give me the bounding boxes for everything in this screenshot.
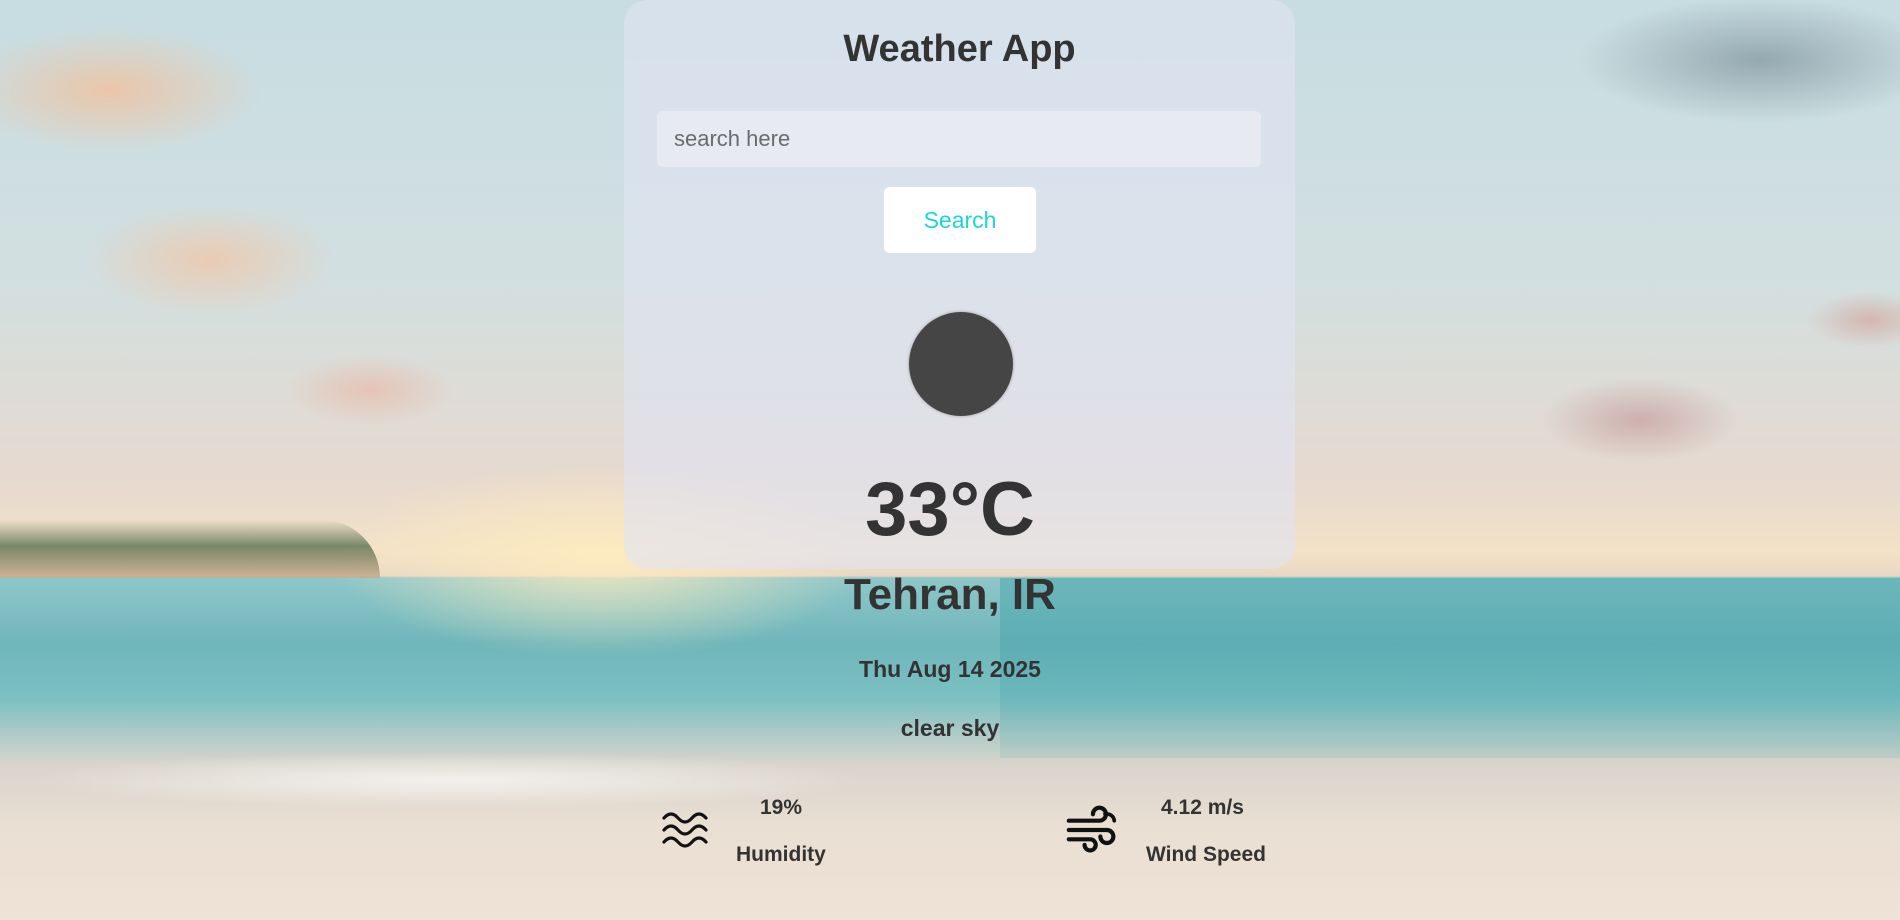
humidity-label: Humidity xyxy=(736,843,826,866)
app-title: Weather App xyxy=(843,28,1076,70)
search-input[interactable] xyxy=(657,111,1261,167)
date: Thu Aug 14 2025 xyxy=(859,656,1041,682)
wind-metric: 4.12 m/s Wind Speed xyxy=(1066,790,1286,870)
temperature: 33°C xyxy=(865,467,1035,552)
humidity-metric: 19% Humidity xyxy=(660,790,840,870)
location: Tehran, IR xyxy=(844,570,1056,619)
weather-condition-icon xyxy=(909,312,1013,416)
wind-speed-label: Wind Speed xyxy=(1146,843,1266,866)
wind-speed-value: 4.12 m/s xyxy=(1161,796,1244,819)
humidity-waves-icon xyxy=(662,812,708,848)
background-wave-foam xyxy=(0,740,1100,820)
wind-icon xyxy=(1066,805,1117,853)
weather-description: clear sky xyxy=(900,715,1000,741)
search-button[interactable]: Search xyxy=(884,187,1036,253)
humidity-value: 19% xyxy=(760,796,803,819)
